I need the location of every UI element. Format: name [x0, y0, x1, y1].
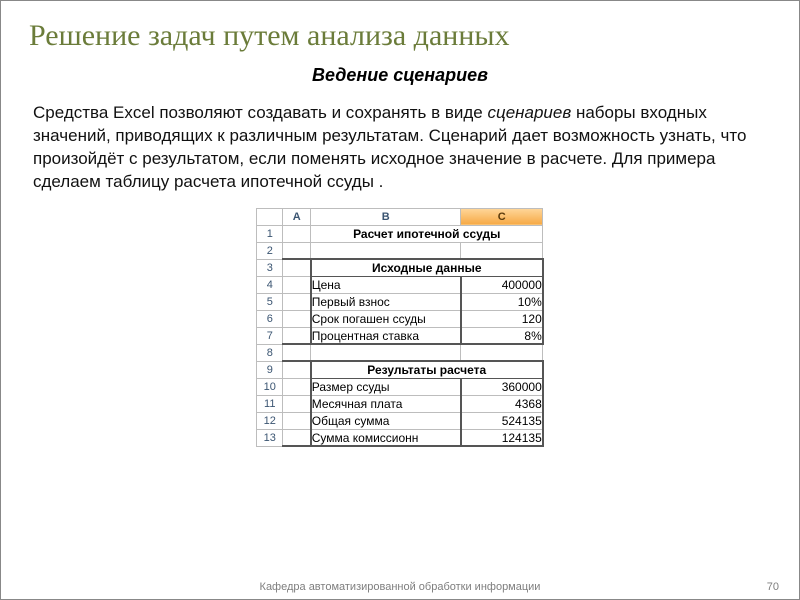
row-head: 5 [257, 293, 283, 310]
cell-label: Цена [311, 276, 461, 293]
excel-screenshot: A B C 1 Расчет ипотечной ссуды 2 3 Исход… [29, 208, 771, 448]
cell-value: 360000 [461, 378, 543, 395]
col-header-a: A [283, 208, 311, 225]
page-number: 70 [767, 581, 779, 593]
row-5: 5 Первый взнос 10% [257, 293, 543, 310]
row-11: 11 Месячная плата 4368 [257, 395, 543, 412]
slide-subtitle: Ведение сценариев [29, 65, 771, 86]
row-head: 3 [257, 259, 283, 276]
cell-value: 10% [461, 293, 543, 310]
footer-text: Кафедра автоматизированной обработки инф… [1, 581, 799, 593]
row-head: 1 [257, 225, 283, 242]
row-head: 4 [257, 276, 283, 293]
row-4: 4 Цена 400000 [257, 276, 543, 293]
cell-label: Процентная ставка [311, 327, 461, 344]
row-2: 2 [257, 242, 543, 259]
cell-value: 4368 [461, 395, 543, 412]
cell-value: 400000 [461, 276, 543, 293]
cell-label: Сумма комиссионн [311, 429, 461, 446]
row-3: 3 Исходные данные [257, 259, 543, 276]
row-6: 6 Срок погашен ссуды 120 [257, 310, 543, 327]
row-7: 7 Процентная ставка 8% [257, 327, 543, 344]
sheet-title: Расчет ипотечной ссуды [311, 225, 543, 242]
row-head: 10 [257, 378, 283, 395]
row-head: 2 [257, 242, 283, 259]
cell-label: Первый взнос [311, 293, 461, 310]
row-head: 11 [257, 395, 283, 412]
slide-body: Средства Excel позволяют создавать и сох… [33, 102, 767, 194]
cell-label: Общая сумма [311, 412, 461, 429]
body-pre: Средства Excel позволяют создавать и сох… [33, 103, 487, 122]
cell-label: Размер ссуды [311, 378, 461, 395]
cell-value: 124135 [461, 429, 543, 446]
column-header-row: A B C [257, 208, 543, 225]
row-8: 8 [257, 344, 543, 361]
row-1: 1 Расчет ипотечной ссуды [257, 225, 543, 242]
row-head: 9 [257, 361, 283, 378]
row-13: 13 Сумма комиссионн 124135 [257, 429, 543, 446]
row-9: 9 Результаты расчета [257, 361, 543, 378]
excel-grid: A B C 1 Расчет ипотечной ссуды 2 3 Исход… [256, 208, 544, 448]
cell-value: 524135 [461, 412, 543, 429]
slide: Решение задач путем анализа данных Веден… [0, 0, 800, 600]
row-10: 10 Размер ссуды 360000 [257, 378, 543, 395]
row-12: 12 Общая сумма 524135 [257, 412, 543, 429]
cell-value: 120 [461, 310, 543, 327]
row-head: 7 [257, 327, 283, 344]
col-header-b: B [311, 208, 461, 225]
cell-value: 8% [461, 327, 543, 344]
body-italic: сценариев [487, 103, 571, 122]
row-head: 8 [257, 344, 283, 361]
section-results: Результаты расчета [311, 361, 543, 378]
select-all-corner [257, 208, 283, 225]
section-input: Исходные данные [311, 259, 543, 276]
slide-title: Решение задач путем анализа данных [29, 19, 771, 53]
cell-label: Месячная плата [311, 395, 461, 412]
row-head: 6 [257, 310, 283, 327]
row-head: 12 [257, 412, 283, 429]
col-header-c: C [461, 208, 543, 225]
row-head: 13 [257, 429, 283, 446]
cell-label: Срок погашен ссуды [311, 310, 461, 327]
